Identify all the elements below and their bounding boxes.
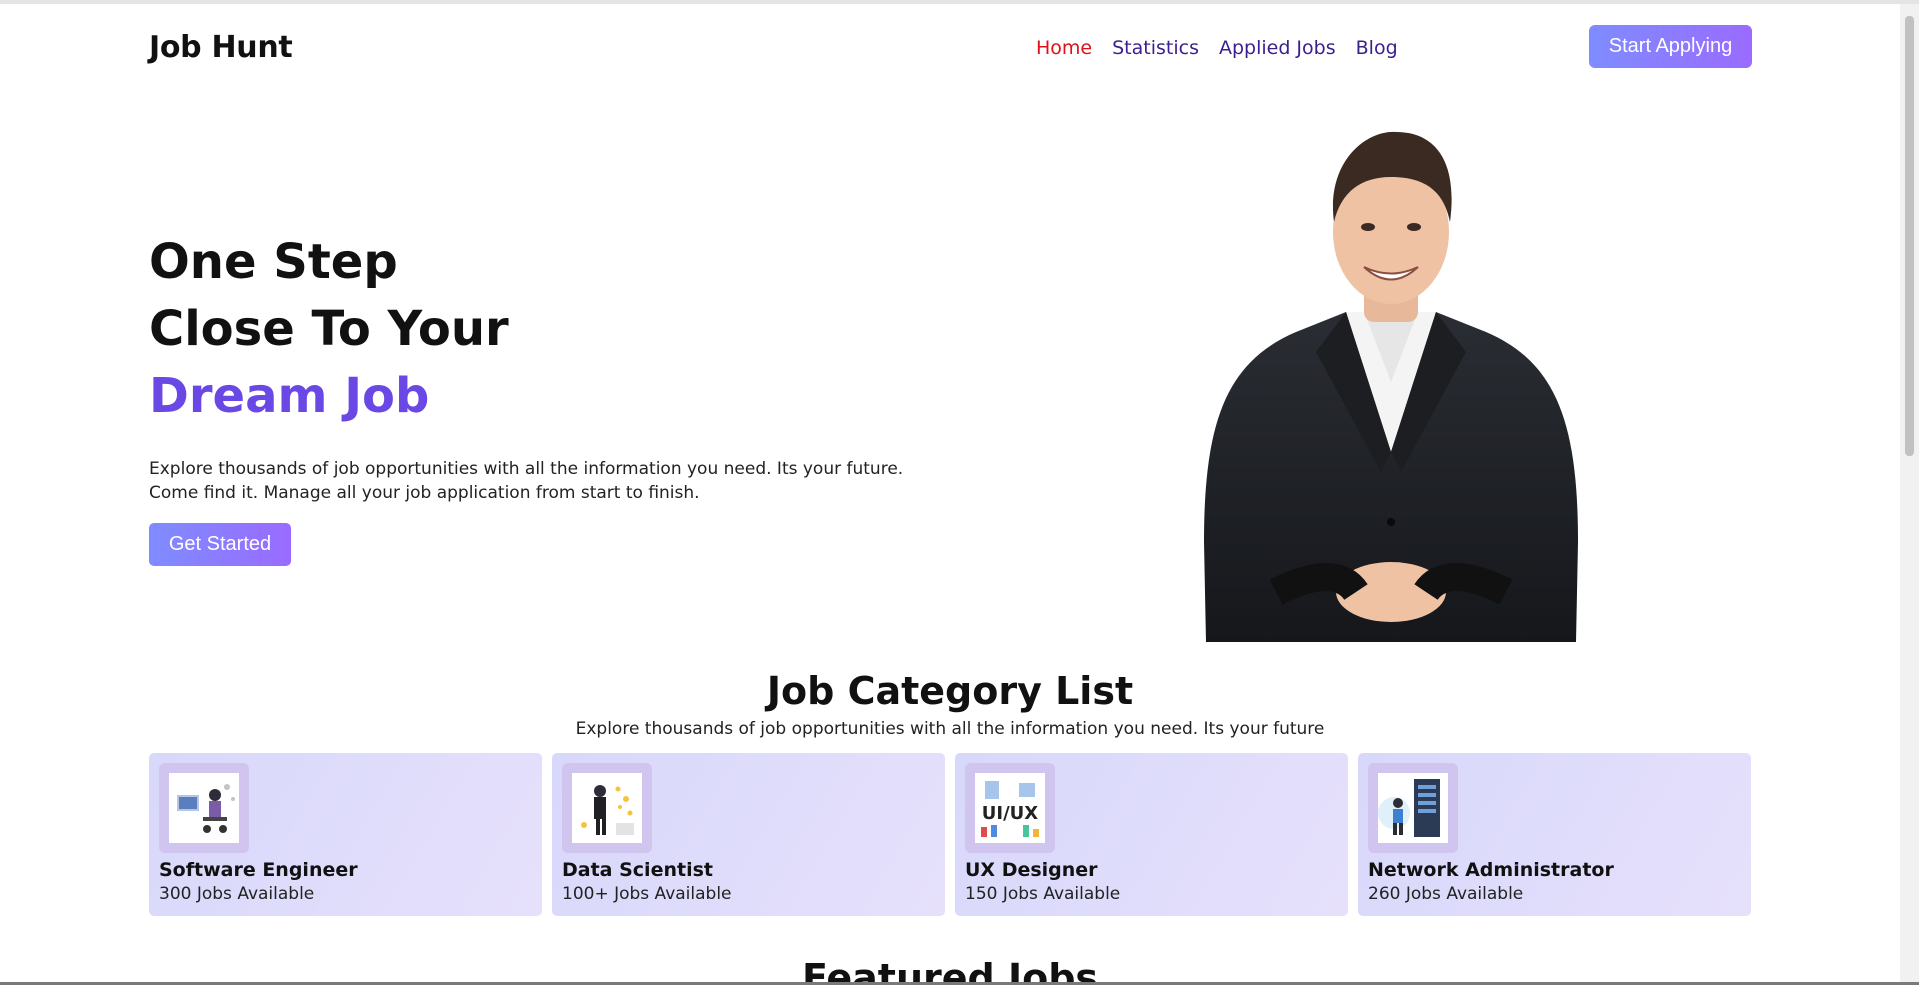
category-name: UX Designer: [965, 859, 1098, 881]
category-count: 300 Jobs Available: [159, 884, 315, 904]
server-rack-icon: [1378, 773, 1448, 843]
developer-icon-frame: [159, 763, 249, 853]
main-nav: Home Statistics Applied Jobs Blog: [1036, 37, 1398, 59]
data-scientist-icon-frame: [562, 763, 652, 853]
hero-description: Explore thousands of job opportunities w…: [149, 459, 904, 503]
ux-icon-frame: UI/UX: [965, 763, 1055, 853]
category-card-network-administrator[interactable]: Network Administrator 260 Jobs Available: [1358, 753, 1751, 916]
hero-title: One Step Close To Your Dream Job: [149, 229, 509, 430]
site-logo[interactable]: Job Hunt: [149, 30, 293, 65]
nav-blog-link[interactable]: Blog: [1356, 37, 1398, 59]
category-count: 260 Jobs Available: [1368, 884, 1524, 904]
category-cards: Software Engineer 300 Jobs Available Dat…: [149, 753, 1751, 916]
page: Job Hunt Home Statistics Applied Jobs Bl…: [0, 4, 1900, 982]
featured-jobs-title: Featured Jobs: [801, 956, 1099, 982]
nav-statistics-link[interactable]: Statistics: [1112, 37, 1199, 59]
data-scientist-icon: [572, 773, 642, 843]
category-card-ux-designer[interactable]: UI/UX UX Designer 150 Jobs Available: [955, 753, 1348, 916]
hero-title-accent: Dream Job: [149, 368, 430, 424]
server-icon-frame: [1368, 763, 1458, 853]
scrollbar-thumb[interactable]: [1905, 16, 1914, 456]
hero-title-line-2: Close To Your: [149, 301, 509, 357]
svg-text:UI/UX: UI/UX: [982, 803, 1039, 824]
category-count: 100+ Jobs Available: [562, 884, 732, 904]
category-count: 150 Jobs Available: [965, 884, 1121, 904]
get-started-button[interactable]: Get Started: [149, 523, 291, 566]
nav-applied-jobs-link[interactable]: Applied Jobs: [1219, 37, 1336, 59]
category-title: Job Category List: [766, 669, 1134, 713]
nav-home-link[interactable]: Home: [1036, 37, 1092, 59]
category-name: Data Scientist: [562, 859, 713, 881]
hero-title-line-1: One Step: [149, 234, 398, 290]
category-name: Software Engineer: [159, 859, 358, 881]
category-card-software-engineer[interactable]: Software Engineer 300 Jobs Available: [149, 753, 542, 916]
developer-at-desk-icon: [169, 773, 239, 843]
vertical-scrollbar[interactable]: [1900, 4, 1919, 982]
category-subtitle: Explore thousands of job opportunities w…: [575, 719, 1325, 739]
ui-ux-icon: UI/UX: [975, 773, 1045, 843]
hero-person-image: [1204, 131, 1578, 642]
start-applying-button[interactable]: Start Applying: [1589, 25, 1752, 68]
category-card-data-scientist[interactable]: Data Scientist 100+ Jobs Available: [552, 753, 945, 916]
category-name: Network Administrator: [1368, 859, 1614, 881]
